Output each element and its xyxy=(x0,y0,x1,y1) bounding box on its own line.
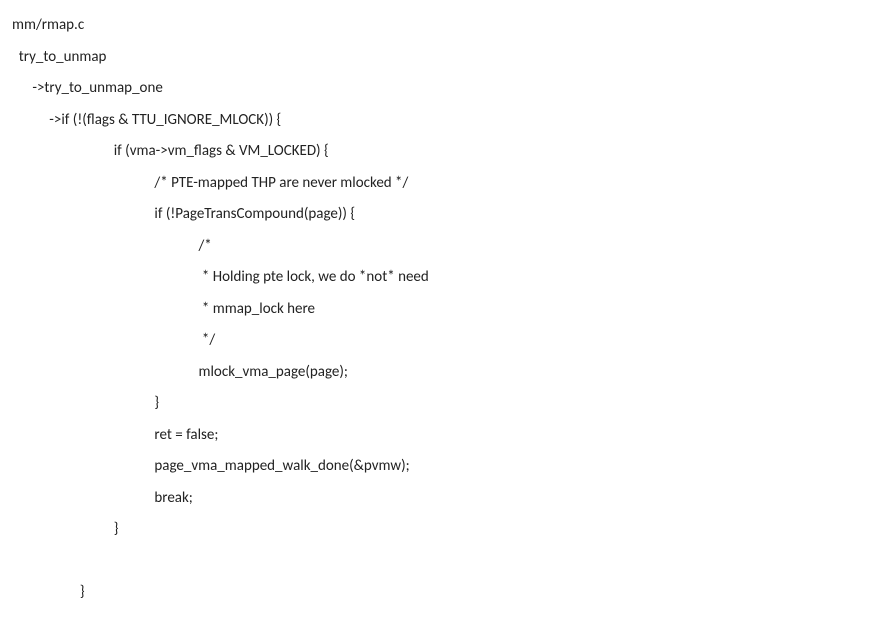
code-line-3: ->try_to_unmap_one xyxy=(12,73,876,105)
code-line-16: break; xyxy=(12,483,876,515)
code-line-7: if (!PageTransCompound(page)) { xyxy=(12,199,876,231)
code-line-5: if (vma->vm_flags & VM_LOCKED) { xyxy=(12,136,876,168)
code-line-14: ret = false; xyxy=(12,420,876,452)
code-line-11: */ xyxy=(12,325,876,357)
code-line-18 xyxy=(12,546,876,578)
code-line-15: page_vma_mapped_walk_done(&pvmw); xyxy=(12,451,876,483)
code-line-8: /* xyxy=(12,231,876,263)
code-line-4: ->if (!(flags & TTU_IGNORE_MLOCK)) { xyxy=(12,105,876,137)
code-line-12: mlock_vma_page(page); xyxy=(12,357,876,389)
code-line-6: /* PTE-mapped THP are never mlocked */ xyxy=(12,168,876,200)
code-line-19: } xyxy=(12,577,876,609)
code-line-17: } xyxy=(12,514,876,546)
code-line-1: mm/rmap.c xyxy=(12,10,876,42)
code-line-13: } xyxy=(12,388,876,420)
code-line-9: * Holding pte lock, we do *not* need xyxy=(12,262,876,294)
code-line-10: * mmap_lock here xyxy=(12,294,876,326)
code-line-2: try_to_unmap xyxy=(12,42,876,74)
